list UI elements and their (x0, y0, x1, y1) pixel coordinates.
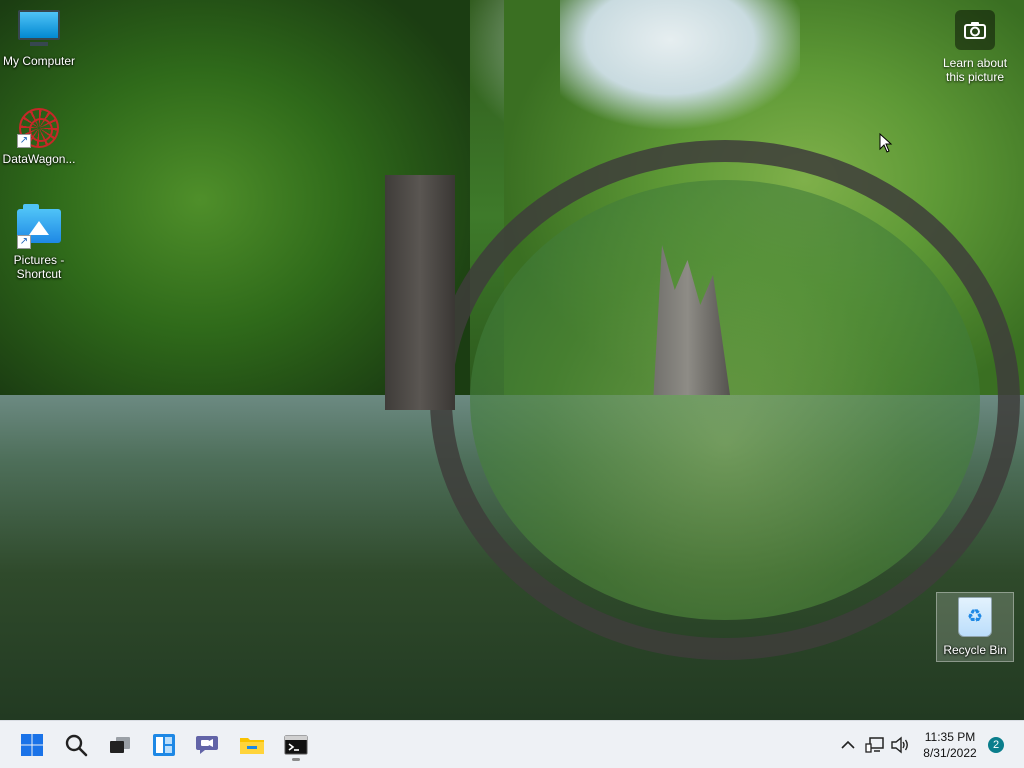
pictures-folder-icon: ↗ (17, 204, 61, 249)
desktop-icon-recycle-bin[interactable]: ♻ Recycle Bin (936, 592, 1014, 662)
widgets-icon (153, 734, 175, 756)
mouse-cursor-icon (879, 132, 893, 158)
chat-button[interactable] (190, 727, 226, 763)
desktop-wallpaper (0, 0, 1024, 720)
desktop-icon-label: DataWagon... (2, 152, 76, 166)
recycle-bin-icon: ♻ (958, 597, 992, 637)
notification-badge[interactable]: 2 (988, 737, 1004, 753)
camera-icon (955, 10, 995, 50)
volume-icon (891, 736, 908, 754)
teams-chat-icon (196, 736, 218, 754)
task-view-icon (110, 737, 130, 753)
learn-about-picture-label: Learn about this picture (942, 56, 1008, 84)
desktop-icon-label: My Computer (2, 54, 76, 68)
taskbar: 11:35 PM 8/31/2022 2 (0, 720, 1024, 768)
clock-date: 8/31/2022 (923, 746, 977, 760)
shortcut-arrow-icon: ↗ (17, 134, 31, 148)
desktop-icon-datawagon[interactable]: ↗ DataWagon... (0, 108, 78, 166)
terminal-button[interactable] (278, 727, 314, 763)
desktop-icon-label: Pictures - Shortcut (13, 253, 65, 281)
clock-button[interactable]: 11:35 PM 8/31/2022 (912, 729, 988, 761)
network-button[interactable] (862, 729, 888, 761)
wallpaper-stone-arch (430, 140, 1020, 660)
chevron-up-icon (841, 740, 855, 749)
clock-time: 11:35 PM (924, 730, 976, 744)
wallpaper-sky (560, 0, 800, 140)
desktop-icon-my-computer[interactable]: My Computer (0, 10, 78, 68)
desktop-icon-label: Recycle Bin (943, 643, 1007, 657)
file-explorer-button[interactable] (234, 727, 270, 763)
shortcut-arrow-icon: ↗ (17, 235, 31, 249)
running-indicator (292, 758, 300, 761)
search-button[interactable] (58, 727, 94, 763)
windows-start-icon (21, 734, 43, 756)
datawagon-web-icon: ↗ (17, 108, 61, 148)
start-button[interactable] (14, 727, 50, 763)
widgets-button[interactable] (146, 727, 182, 763)
volume-button[interactable] (888, 729, 912, 761)
network-icon (865, 737, 884, 753)
task-view-button[interactable] (102, 727, 138, 763)
folder-icon (240, 738, 264, 754)
desktop-icon-pictures-shortcut[interactable]: ↗ Pictures - Shortcut (0, 204, 78, 281)
learn-about-picture[interactable]: Learn about this picture (938, 10, 1012, 84)
search-icon (65, 734, 88, 757)
wallpaper-left-pillar (385, 175, 455, 410)
terminal-icon (284, 735, 308, 755)
monitor-icon (17, 10, 61, 50)
show-hidden-icons-button[interactable] (836, 729, 860, 761)
